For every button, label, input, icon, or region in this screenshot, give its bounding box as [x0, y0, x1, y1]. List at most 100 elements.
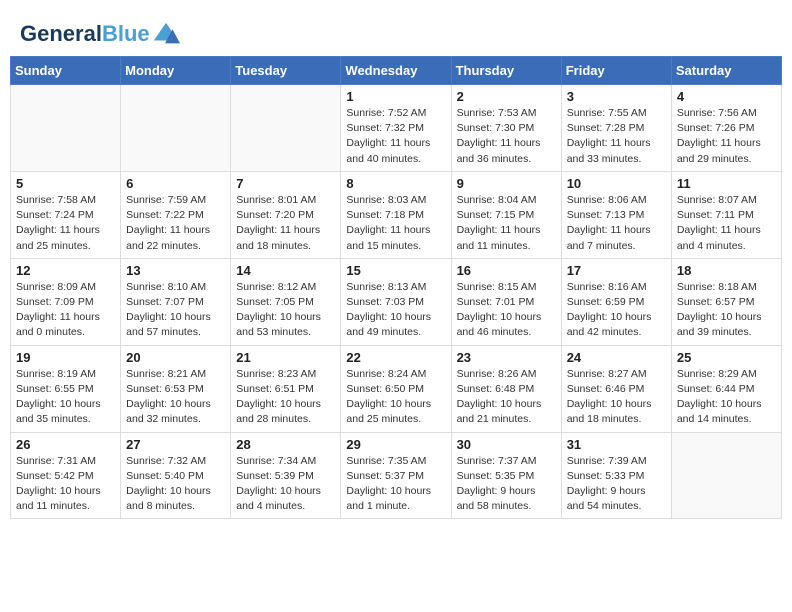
day-number: 6 [126, 176, 225, 191]
calendar-cell: 30Sunrise: 7:37 AM Sunset: 5:35 PM Dayli… [451, 432, 561, 519]
calendar-cell: 13 Sunrise: 8:10 AM Sunset: 7:07 PM Dayli… [121, 258, 231, 345]
calendar-cell [121, 85, 231, 172]
day-number: 5 [16, 176, 115, 191]
calendar-cell: 3 Sunrise: 7:55 AM Sunset: 7:28 PM Daylig… [561, 85, 671, 172]
col-header-friday: Friday [561, 57, 671, 85]
day-number: 8 [346, 176, 445, 191]
calendar-cell: 6 Sunrise: 7:59 AM Sunset: 7:22 PM Daylig… [121, 171, 231, 258]
day-info: Sunrise: 7:31 AM Sunset: 5:42 PM Dayligh… [16, 454, 115, 515]
calendar-cell [671, 432, 781, 519]
logo-text: GeneralBlue [20, 22, 150, 46]
day-info: Sunrise: 7:59 AM Sunset: 7:22 PM Dayligh… [126, 193, 225, 254]
day-number: 20 [126, 350, 225, 365]
day-number: 22 [346, 350, 445, 365]
calendar-cell: 1 Sunrise: 7:52 AM Sunset: 7:32 PM Daylig… [341, 85, 451, 172]
day-number: 30 [457, 437, 556, 452]
day-info: Sunrise: 8:29 AM Sunset: 6:44 PM Dayligh… [677, 367, 776, 428]
day-number: 10 [567, 176, 666, 191]
day-info: Sunrise: 8:12 AM Sunset: 7:05 PM Dayligh… [236, 280, 335, 341]
calendar-header-row: SundayMondayTuesdayWednesdayThursdayFrid… [11, 57, 782, 85]
calendar-cell: 27 Sunrise: 7:32 AM Sunset: 5:40 PM Dayli… [121, 432, 231, 519]
col-header-sunday: Sunday [11, 57, 121, 85]
day-info: Sunrise: 7:34 AM Sunset: 5:39 PM Dayligh… [236, 454, 335, 515]
day-number: 12 [16, 263, 115, 278]
day-info: Sunrise: 8:06 AM Sunset: 7:13 PM Dayligh… [567, 193, 666, 254]
calendar-cell: 17 Sunrise: 8:16 AM Sunset: 6:59 PM Dayli… [561, 258, 671, 345]
calendar-cell: 5 Sunrise: 7:58 AM Sunset: 7:24 PM Daylig… [11, 171, 121, 258]
day-number: 23 [457, 350, 556, 365]
day-info: Sunrise: 7:53 AM Sunset: 7:30 PM Dayligh… [457, 106, 556, 167]
calendar-week-4: 19 Sunrise: 8:19 AM Sunset: 6:55 PM Dayli… [11, 345, 782, 432]
day-info: Sunrise: 8:13 AM Sunset: 7:03 PM Dayligh… [346, 280, 445, 341]
calendar-week-5: 26 Sunrise: 7:31 AM Sunset: 5:42 PM Dayli… [11, 432, 782, 519]
day-number: 31 [567, 437, 666, 452]
day-number: 4 [677, 89, 776, 104]
day-number: 13 [126, 263, 225, 278]
day-info: Sunrise: 8:24 AM Sunset: 6:50 PM Dayligh… [346, 367, 445, 428]
day-info: Sunrise: 8:01 AM Sunset: 7:20 PM Dayligh… [236, 193, 335, 254]
day-info: Sunrise: 7:56 AM Sunset: 7:26 PM Dayligh… [677, 106, 776, 167]
day-number: 11 [677, 176, 776, 191]
calendar-cell: 29Sunrise: 7:35 AM Sunset: 5:37 PM Dayli… [341, 432, 451, 519]
col-header-tuesday: Tuesday [231, 57, 341, 85]
logo: GeneralBlue [20, 20, 180, 48]
day-number: 14 [236, 263, 335, 278]
day-number: 21 [236, 350, 335, 365]
day-info: Sunrise: 7:32 AM Sunset: 5:40 PM Dayligh… [126, 454, 225, 515]
calendar-cell: 25 Sunrise: 8:29 AM Sunset: 6:44 PM Dayli… [671, 345, 781, 432]
calendar-cell: 2 Sunrise: 7:53 AM Sunset: 7:30 PM Daylig… [451, 85, 561, 172]
calendar-cell: 18 Sunrise: 8:18 AM Sunset: 6:57 PM Dayli… [671, 258, 781, 345]
calendar-cell [231, 85, 341, 172]
day-number: 3 [567, 89, 666, 104]
calendar-cell: 9Sunrise: 8:04 AM Sunset: 7:15 PM Daylig… [451, 171, 561, 258]
col-header-monday: Monday [121, 57, 231, 85]
day-number: 27 [126, 437, 225, 452]
day-info: Sunrise: 7:39 AM Sunset: 5:33 PM Dayligh… [567, 454, 666, 515]
day-number: 15 [346, 263, 445, 278]
day-number: 2 [457, 89, 556, 104]
day-number: 28 [236, 437, 335, 452]
day-info: Sunrise: 8:09 AM Sunset: 7:09 PM Dayligh… [16, 280, 115, 341]
day-number: 17 [567, 263, 666, 278]
day-info: Sunrise: 8:16 AM Sunset: 6:59 PM Dayligh… [567, 280, 666, 341]
day-info: Sunrise: 8:15 AM Sunset: 7:01 PM Dayligh… [457, 280, 556, 341]
day-info: Sunrise: 8:03 AM Sunset: 7:18 PM Dayligh… [346, 193, 445, 254]
calendar-cell: 4 Sunrise: 7:56 AM Sunset: 7:26 PM Daylig… [671, 85, 781, 172]
calendar-week-3: 12 Sunrise: 8:09 AM Sunset: 7:09 PM Dayli… [11, 258, 782, 345]
day-info: Sunrise: 8:10 AM Sunset: 7:07 PM Dayligh… [126, 280, 225, 341]
calendar-cell: 20Sunrise: 8:21 AM Sunset: 6:53 PM Dayli… [121, 345, 231, 432]
day-info: Sunrise: 8:19 AM Sunset: 6:55 PM Dayligh… [16, 367, 115, 428]
calendar-cell: 22 Sunrise: 8:24 AM Sunset: 6:50 PM Dayli… [341, 345, 451, 432]
calendar-cell: 7 Sunrise: 8:01 AM Sunset: 7:20 PM Daylig… [231, 171, 341, 258]
page-header: GeneralBlue [10, 10, 782, 56]
calendar-week-2: 5 Sunrise: 7:58 AM Sunset: 7:24 PM Daylig… [11, 171, 782, 258]
calendar-cell: 31 Sunrise: 7:39 AM Sunset: 5:33 PM Dayli… [561, 432, 671, 519]
calendar-cell: 21 Sunrise: 8:23 AM Sunset: 6:51 PM Dayli… [231, 345, 341, 432]
day-number: 16 [457, 263, 556, 278]
logo-icon [152, 20, 180, 48]
day-info: Sunrise: 8:18 AM Sunset: 6:57 PM Dayligh… [677, 280, 776, 341]
day-number: 18 [677, 263, 776, 278]
day-info: Sunrise: 7:55 AM Sunset: 7:28 PM Dayligh… [567, 106, 666, 167]
day-info: Sunrise: 7:52 AM Sunset: 7:32 PM Dayligh… [346, 106, 445, 167]
day-number: 29 [346, 437, 445, 452]
day-number: 24 [567, 350, 666, 365]
calendar-week-1: 1 Sunrise: 7:52 AM Sunset: 7:32 PM Daylig… [11, 85, 782, 172]
calendar-cell: 14 Sunrise: 8:12 AM Sunset: 7:05 PM Dayli… [231, 258, 341, 345]
day-info: Sunrise: 8:23 AM Sunset: 6:51 PM Dayligh… [236, 367, 335, 428]
calendar-cell: 12 Sunrise: 8:09 AM Sunset: 7:09 PM Dayli… [11, 258, 121, 345]
day-number: 26 [16, 437, 115, 452]
day-number: 25 [677, 350, 776, 365]
calendar-cell: 24Sunrise: 8:27 AM Sunset: 6:46 PM Dayli… [561, 345, 671, 432]
col-header-thursday: Thursday [451, 57, 561, 85]
day-number: 1 [346, 89, 445, 104]
day-number: 19 [16, 350, 115, 365]
calendar-cell: 16 Sunrise: 8:15 AM Sunset: 7:01 PM Dayli… [451, 258, 561, 345]
calendar-cell: 26 Sunrise: 7:31 AM Sunset: 5:42 PM Dayli… [11, 432, 121, 519]
col-header-saturday: Saturday [671, 57, 781, 85]
col-header-wednesday: Wednesday [341, 57, 451, 85]
day-info: Sunrise: 7:58 AM Sunset: 7:24 PM Dayligh… [16, 193, 115, 254]
day-info: Sunrise: 8:07 AM Sunset: 7:11 PM Dayligh… [677, 193, 776, 254]
day-number: 7 [236, 176, 335, 191]
day-info: Sunrise: 8:26 AM Sunset: 6:48 PM Dayligh… [457, 367, 556, 428]
